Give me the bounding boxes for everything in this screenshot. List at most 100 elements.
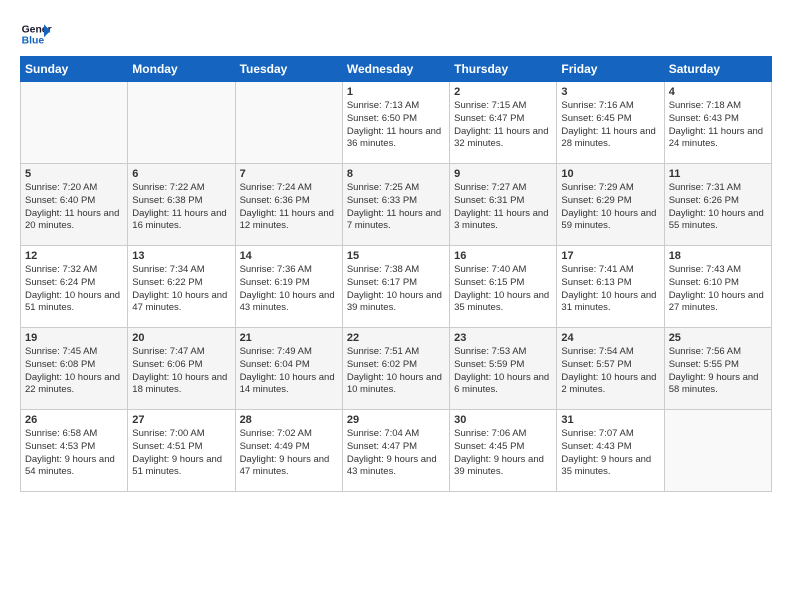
calendar-cell: 20 Sunrise: 7:47 AMSunset: 6:06 PMDayligh… xyxy=(128,328,235,410)
day-number: 6 xyxy=(132,168,230,180)
day-info: Sunrise: 7:07 AMSunset: 4:43 PMDaylight:… xyxy=(561,428,659,479)
day-info: Sunrise: 7:06 AMSunset: 4:45 PMDaylight:… xyxy=(454,428,552,479)
day-number: 27 xyxy=(132,414,230,426)
calendar-cell xyxy=(235,82,342,164)
calendar-cell: 27 Sunrise: 7:00 AMSunset: 4:51 PMDayligh… xyxy=(128,410,235,492)
calendar-cell: 12 Sunrise: 7:32 AMSunset: 6:24 PMDayligh… xyxy=(21,246,128,328)
day-number: 5 xyxy=(25,168,123,180)
day-info: Sunrise: 7:15 AMSunset: 6:47 PMDaylight:… xyxy=(454,100,552,151)
day-number: 16 xyxy=(454,250,552,262)
day-number: 22 xyxy=(347,332,445,344)
calendar-cell: 30 Sunrise: 7:06 AMSunset: 4:45 PMDayligh… xyxy=(450,410,557,492)
calendar-cell: 26 Sunrise: 6:58 AMSunset: 4:53 PMDayligh… xyxy=(21,410,128,492)
weekday-header-tuesday: Tuesday xyxy=(235,57,342,82)
day-info: Sunrise: 7:56 AMSunset: 5:55 PMDaylight:… xyxy=(669,346,767,397)
day-number: 29 xyxy=(347,414,445,426)
day-info: Sunrise: 7:16 AMSunset: 6:45 PMDaylight:… xyxy=(561,100,659,151)
calendar-cell: 2 Sunrise: 7:15 AMSunset: 6:47 PMDaylight… xyxy=(450,82,557,164)
day-number: 28 xyxy=(240,414,338,426)
day-info: Sunrise: 7:54 AMSunset: 5:57 PMDaylight:… xyxy=(561,346,659,397)
weekday-header-sunday: Sunday xyxy=(21,57,128,82)
day-number: 30 xyxy=(454,414,552,426)
day-number: 3 xyxy=(561,86,659,98)
day-number: 17 xyxy=(561,250,659,262)
calendar-cell: 10 Sunrise: 7:29 AMSunset: 6:29 PMDayligh… xyxy=(557,164,664,246)
day-number: 23 xyxy=(454,332,552,344)
day-info: Sunrise: 7:40 AMSunset: 6:15 PMDaylight:… xyxy=(454,264,552,315)
weekday-header-monday: Monday xyxy=(128,57,235,82)
weekday-header-saturday: Saturday xyxy=(664,57,771,82)
calendar-cell: 5 Sunrise: 7:20 AMSunset: 6:40 PMDaylight… xyxy=(21,164,128,246)
day-info: Sunrise: 7:53 AMSunset: 5:59 PMDaylight:… xyxy=(454,346,552,397)
day-info: Sunrise: 6:58 AMSunset: 4:53 PMDaylight:… xyxy=(25,428,123,479)
weekday-header-wednesday: Wednesday xyxy=(342,57,449,82)
day-info: Sunrise: 7:25 AMSunset: 6:33 PMDaylight:… xyxy=(347,182,445,233)
calendar-cell: 7 Sunrise: 7:24 AMSunset: 6:36 PMDaylight… xyxy=(235,164,342,246)
day-number: 7 xyxy=(240,168,338,180)
day-info: Sunrise: 7:49 AMSunset: 6:04 PMDaylight:… xyxy=(240,346,338,397)
calendar-cell: 13 Sunrise: 7:34 AMSunset: 6:22 PMDayligh… xyxy=(128,246,235,328)
day-number: 14 xyxy=(240,250,338,262)
day-info: Sunrise: 7:47 AMSunset: 6:06 PMDaylight:… xyxy=(132,346,230,397)
day-number: 18 xyxy=(669,250,767,262)
day-number: 10 xyxy=(561,168,659,180)
day-number: 24 xyxy=(561,332,659,344)
calendar-cell: 23 Sunrise: 7:53 AMSunset: 5:59 PMDayligh… xyxy=(450,328,557,410)
day-info: Sunrise: 7:45 AMSunset: 6:08 PMDaylight:… xyxy=(25,346,123,397)
day-number: 26 xyxy=(25,414,123,426)
day-info: Sunrise: 7:22 AMSunset: 6:38 PMDaylight:… xyxy=(132,182,230,233)
calendar-cell: 6 Sunrise: 7:22 AMSunset: 6:38 PMDaylight… xyxy=(128,164,235,246)
calendar-cell: 14Sunrise: 7:36 AMSunset: 6:19 PMDayligh… xyxy=(235,246,342,328)
day-number: 12 xyxy=(25,250,123,262)
calendar-cell: 28 Sunrise: 7:02 AMSunset: 4:49 PMDayligh… xyxy=(235,410,342,492)
day-number: 20 xyxy=(132,332,230,344)
calendar-cell: 22 Sunrise: 7:51 AMSunset: 6:02 PMDayligh… xyxy=(342,328,449,410)
day-number: 21 xyxy=(240,332,338,344)
day-info: Sunrise: 7:20 AMSunset: 6:40 PMDaylight:… xyxy=(25,182,123,233)
calendar-cell: 15 Sunrise: 7:38 AMSunset: 6:17 PMDayligh… xyxy=(342,246,449,328)
calendar-table: SundayMondayTuesdayWednesdayThursdayFrid… xyxy=(20,56,772,492)
day-info: Sunrise: 7:41 AMSunset: 6:13 PMDaylight:… xyxy=(561,264,659,315)
day-info: Sunrise: 7:29 AMSunset: 6:29 PMDaylight:… xyxy=(561,182,659,233)
calendar-cell: 1 Sunrise: 7:13 AMSunset: 6:50 PMDaylight… xyxy=(342,82,449,164)
calendar-cell: 29 Sunrise: 7:04 AMSunset: 4:47 PMDayligh… xyxy=(342,410,449,492)
calendar-cell: 4 Sunrise: 7:18 AMSunset: 6:43 PMDaylight… xyxy=(664,82,771,164)
calendar-cell: 8Sunrise: 7:25 AMSunset: 6:33 PMDaylight… xyxy=(342,164,449,246)
day-info: Sunrise: 7:32 AMSunset: 6:24 PMDaylight:… xyxy=(25,264,123,315)
weekday-header-friday: Friday xyxy=(557,57,664,82)
calendar-cell xyxy=(21,82,128,164)
day-info: Sunrise: 7:27 AMSunset: 6:31 PMDaylight:… xyxy=(454,182,552,233)
calendar-cell xyxy=(128,82,235,164)
day-info: Sunrise: 7:02 AMSunset: 4:49 PMDaylight:… xyxy=(240,428,338,479)
day-info: Sunrise: 7:18 AMSunset: 6:43 PMDaylight:… xyxy=(669,100,767,151)
day-info: Sunrise: 7:24 AMSunset: 6:36 PMDaylight:… xyxy=(240,182,338,233)
day-number: 2 xyxy=(454,86,552,98)
day-info: Sunrise: 7:31 AMSunset: 6:26 PMDaylight:… xyxy=(669,182,767,233)
calendar-cell: 31Sunrise: 7:07 AMSunset: 4:43 PMDayligh… xyxy=(557,410,664,492)
day-info: Sunrise: 7:51 AMSunset: 6:02 PMDaylight:… xyxy=(347,346,445,397)
calendar-cell: 21 Sunrise: 7:49 AMSunset: 6:04 PMDayligh… xyxy=(235,328,342,410)
day-info: Sunrise: 7:34 AMSunset: 6:22 PMDaylight:… xyxy=(132,264,230,315)
calendar-cell: 18Sunrise: 7:43 AMSunset: 6:10 PMDayligh… xyxy=(664,246,771,328)
day-info: Sunrise: 7:04 AMSunset: 4:47 PMDaylight:… xyxy=(347,428,445,479)
day-number: 4 xyxy=(669,86,767,98)
day-info: Sunrise: 7:00 AMSunset: 4:51 PMDaylight:… xyxy=(132,428,230,479)
logo: General Blue xyxy=(20,18,52,50)
day-number: 11 xyxy=(669,168,767,180)
calendar-cell: 19 Sunrise: 7:45 AMSunset: 6:08 PMDayligh… xyxy=(21,328,128,410)
calendar-cell: 17 Sunrise: 7:41 AMSunset: 6:13 PMDayligh… xyxy=(557,246,664,328)
day-number: 15 xyxy=(347,250,445,262)
calendar-cell: 11 Sunrise: 7:31 AMSunset: 6:26 PMDayligh… xyxy=(664,164,771,246)
calendar-cell xyxy=(664,410,771,492)
calendar-cell: 9 Sunrise: 7:27 AMSunset: 6:31 PMDaylight… xyxy=(450,164,557,246)
day-number: 19 xyxy=(25,332,123,344)
calendar-cell: 25 Sunrise: 7:56 AMSunset: 5:55 PMDayligh… xyxy=(664,328,771,410)
calendar-cell: 16 Sunrise: 7:40 AMSunset: 6:15 PMDayligh… xyxy=(450,246,557,328)
day-info: Sunrise: 7:38 AMSunset: 6:17 PMDaylight:… xyxy=(347,264,445,315)
day-info: Sunrise: 7:13 AMSunset: 6:50 PMDaylight:… xyxy=(347,100,445,151)
calendar-cell: 24 Sunrise: 7:54 AMSunset: 5:57 PMDayligh… xyxy=(557,328,664,410)
day-number: 25 xyxy=(669,332,767,344)
day-number: 9 xyxy=(454,168,552,180)
day-number: 1 xyxy=(347,86,445,98)
day-number: 13 xyxy=(132,250,230,262)
